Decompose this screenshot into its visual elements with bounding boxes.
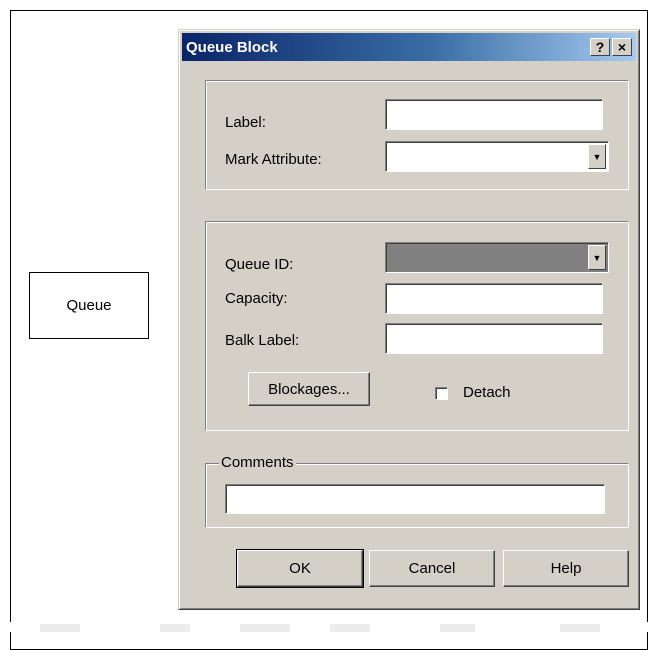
queue-block-node[interactable]: Queue — [29, 272, 149, 339]
queue-id-select: ▼ — [385, 242, 609, 273]
capacity-input[interactable] — [385, 283, 603, 314]
cancel-button[interactable]: Cancel — [369, 550, 495, 587]
ghost-band — [560, 624, 600, 632]
label-field-label: Label: — [225, 114, 266, 131]
ok-button[interactable]: OK — [236, 549, 364, 588]
balk-label-input[interactable] — [385, 323, 603, 354]
balk-label-label: Balk Label: — [225, 332, 300, 349]
mark-attribute-label: Mark Attribute: — [225, 151, 322, 168]
mark-attribute-select[interactable]: ▼ — [385, 141, 609, 172]
context-help-button[interactable]: ? — [590, 38, 610, 56]
ghost-band — [440, 624, 475, 632]
comments-legend: Comments — [219, 454, 296, 471]
detach-checkbox[interactable] — [435, 387, 448, 400]
close-icon: × — [617, 39, 627, 55]
blockages-button[interactable]: Blockages... — [248, 372, 370, 406]
ghost-band — [330, 624, 370, 632]
help-button[interactable]: Help — [503, 550, 629, 587]
dialog-titlebar[interactable]: Queue Block ? × — [182, 33, 636, 61]
ghost-band — [160, 624, 190, 632]
chevron-down-icon: ▼ — [588, 245, 606, 270]
queue-block-node-label: Queue — [66, 297, 112, 314]
label-input[interactable] — [385, 99, 603, 130]
capacity-label: Capacity: — [225, 290, 288, 307]
general-group — [205, 80, 629, 190]
close-button[interactable]: × — [612, 38, 632, 56]
comments-input[interactable] — [225, 484, 605, 514]
dialog-title: Queue Block — [186, 38, 278, 56]
ghost-band — [40, 624, 80, 632]
chevron-down-icon[interactable]: ▼ — [588, 144, 606, 169]
detach-label[interactable]: Detach — [463, 384, 511, 401]
queue-id-label: Queue ID: — [225, 256, 294, 273]
queue-block-dialog: Queue Block ? × Label: Mark Attribute: ▼… — [178, 29, 640, 610]
question-mark-icon: ? — [595, 39, 605, 55]
ghost-band — [240, 624, 290, 632]
